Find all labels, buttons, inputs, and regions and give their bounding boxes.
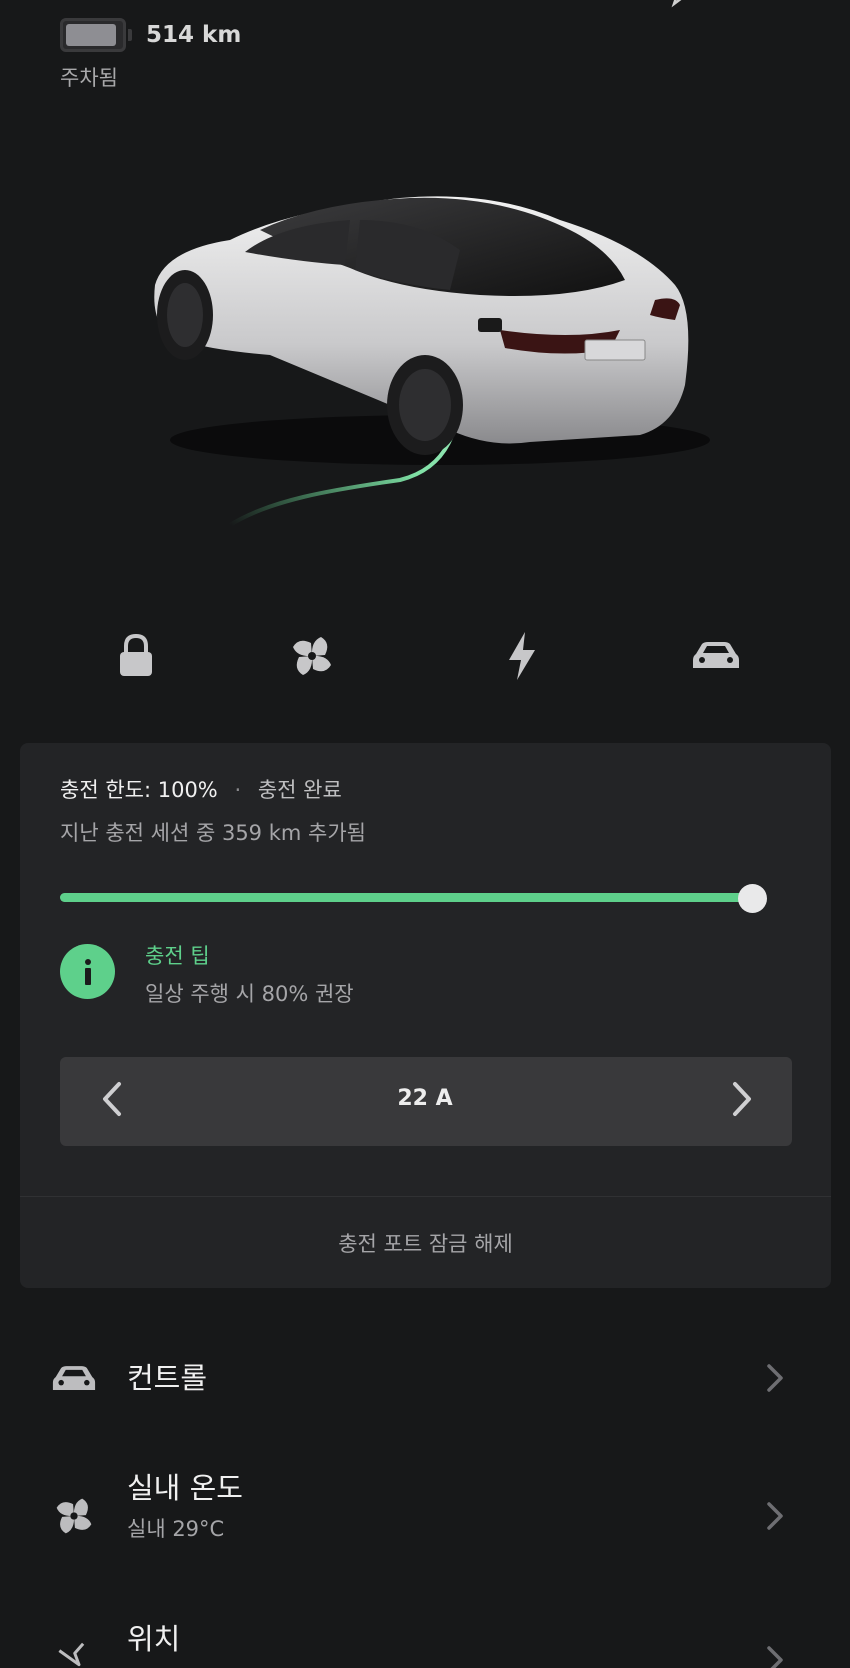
tip-text: 일상 주행 시 80% 권장	[145, 982, 354, 1006]
charge-limit-value: 100%	[157, 778, 218, 802]
chevron-right-icon	[760, 1640, 790, 1668]
unlock-charge-port-button[interactable]: 충전 포트 잠금 해제	[20, 1197, 831, 1288]
range-text: 514 km	[146, 22, 242, 48]
battery-body	[60, 18, 126, 52]
slider-thumb[interactable]	[738, 884, 767, 913]
charge-session-line: 지난 충전 세션 중 359 km 추가됨	[60, 817, 366, 847]
menu-subtitle-climate: 실내 29°C	[127, 1517, 225, 1541]
menu-title-location: 위치	[127, 1622, 181, 1656]
chevron-right-icon	[760, 1358, 790, 1398]
bolt-icon	[507, 632, 537, 684]
car-icon	[692, 640, 740, 676]
fan-icon	[289, 633, 335, 683]
car-icon	[50, 1355, 98, 1403]
info-icon	[60, 944, 115, 999]
fan-icon	[50, 1492, 98, 1540]
session-value: 359 km	[221, 821, 302, 845]
session-suffix: 추가됨	[308, 821, 366, 845]
menu-title-climate: 실내 온도	[127, 1471, 243, 1505]
slider-fill	[60, 893, 754, 902]
lock-icon	[116, 633, 156, 682]
lock-button[interactable]	[110, 632, 162, 684]
location-arrow-icon	[50, 1632, 98, 1668]
message-icon[interactable]	[668, 0, 708, 10]
charge-limit-slider[interactable]	[60, 893, 754, 902]
charge-limit-label: 충전 한도:	[60, 778, 152, 802]
park-status: 주차됨	[60, 66, 118, 90]
charge-state: 충전 완료	[257, 778, 342, 802]
tip-title: 충전 팁	[145, 944, 210, 968]
amps-increase-button[interactable]	[722, 1078, 762, 1124]
separator-dot: ·	[234, 778, 242, 802]
climate-button[interactable]	[286, 632, 338, 684]
car-image	[150, 190, 740, 570]
charge-limit-line: 충전 한도: 100% · 충전 완료	[60, 774, 342, 804]
battery-cap	[128, 29, 132, 41]
chevron-right-icon	[731, 1081, 753, 1121]
battery-indicator	[60, 18, 132, 52]
chevron-right-icon	[760, 1496, 790, 1536]
controls-quick-button[interactable]	[690, 632, 742, 684]
charge-button[interactable]	[496, 632, 548, 684]
session-prefix: 지난 충전 세션 중	[60, 821, 216, 845]
menu-title-controls: 컨트롤	[127, 1361, 208, 1395]
battery-fill	[66, 24, 116, 46]
